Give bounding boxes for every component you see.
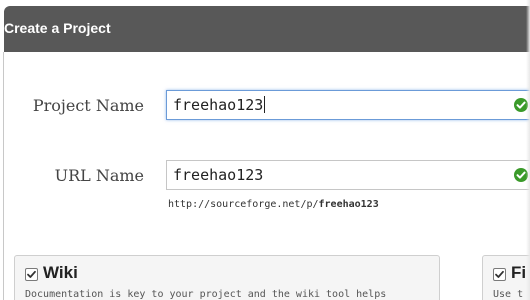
project-name-label: Project Name	[32, 96, 144, 115]
url-name-label: URL Name	[54, 166, 144, 185]
right-edge-shadow	[526, 0, 530, 300]
tool-description: Use t	[493, 289, 524, 300]
wiki-checkbox[interactable]	[25, 268, 38, 281]
create-project-dialog: Create a Project Project Name freehao123…	[0, 0, 530, 300]
dialog-header: Create a Project	[4, 6, 530, 52]
tool-option-wiki[interactable]: Wiki Documentation is key to your projec…	[14, 255, 440, 300]
url-preview-prefix: http://sourceforge.net/p/	[168, 199, 319, 210]
url-preview-hint: http://sourceforge.net/p/freehao123	[168, 199, 379, 210]
url-name-value: freehao123	[173, 166, 264, 184]
tool-title: Wiki	[43, 263, 78, 282]
tool-title: Fi	[511, 263, 527, 282]
tool-description: Documentation is key to your project and…	[25, 289, 387, 300]
tool-option-files[interactable]: Fi Use t	[482, 255, 530, 300]
dialog-title: Create a Project	[4, 20, 111, 36]
project-name-value: freehao123	[173, 96, 266, 114]
text-caret	[264, 96, 266, 113]
url-preview-slug: freehao123	[318, 199, 379, 210]
project-name-input[interactable]: freehao123	[166, 90, 530, 120]
url-name-input[interactable]: freehao123	[166, 160, 530, 190]
files-checkbox[interactable]	[493, 268, 506, 281]
